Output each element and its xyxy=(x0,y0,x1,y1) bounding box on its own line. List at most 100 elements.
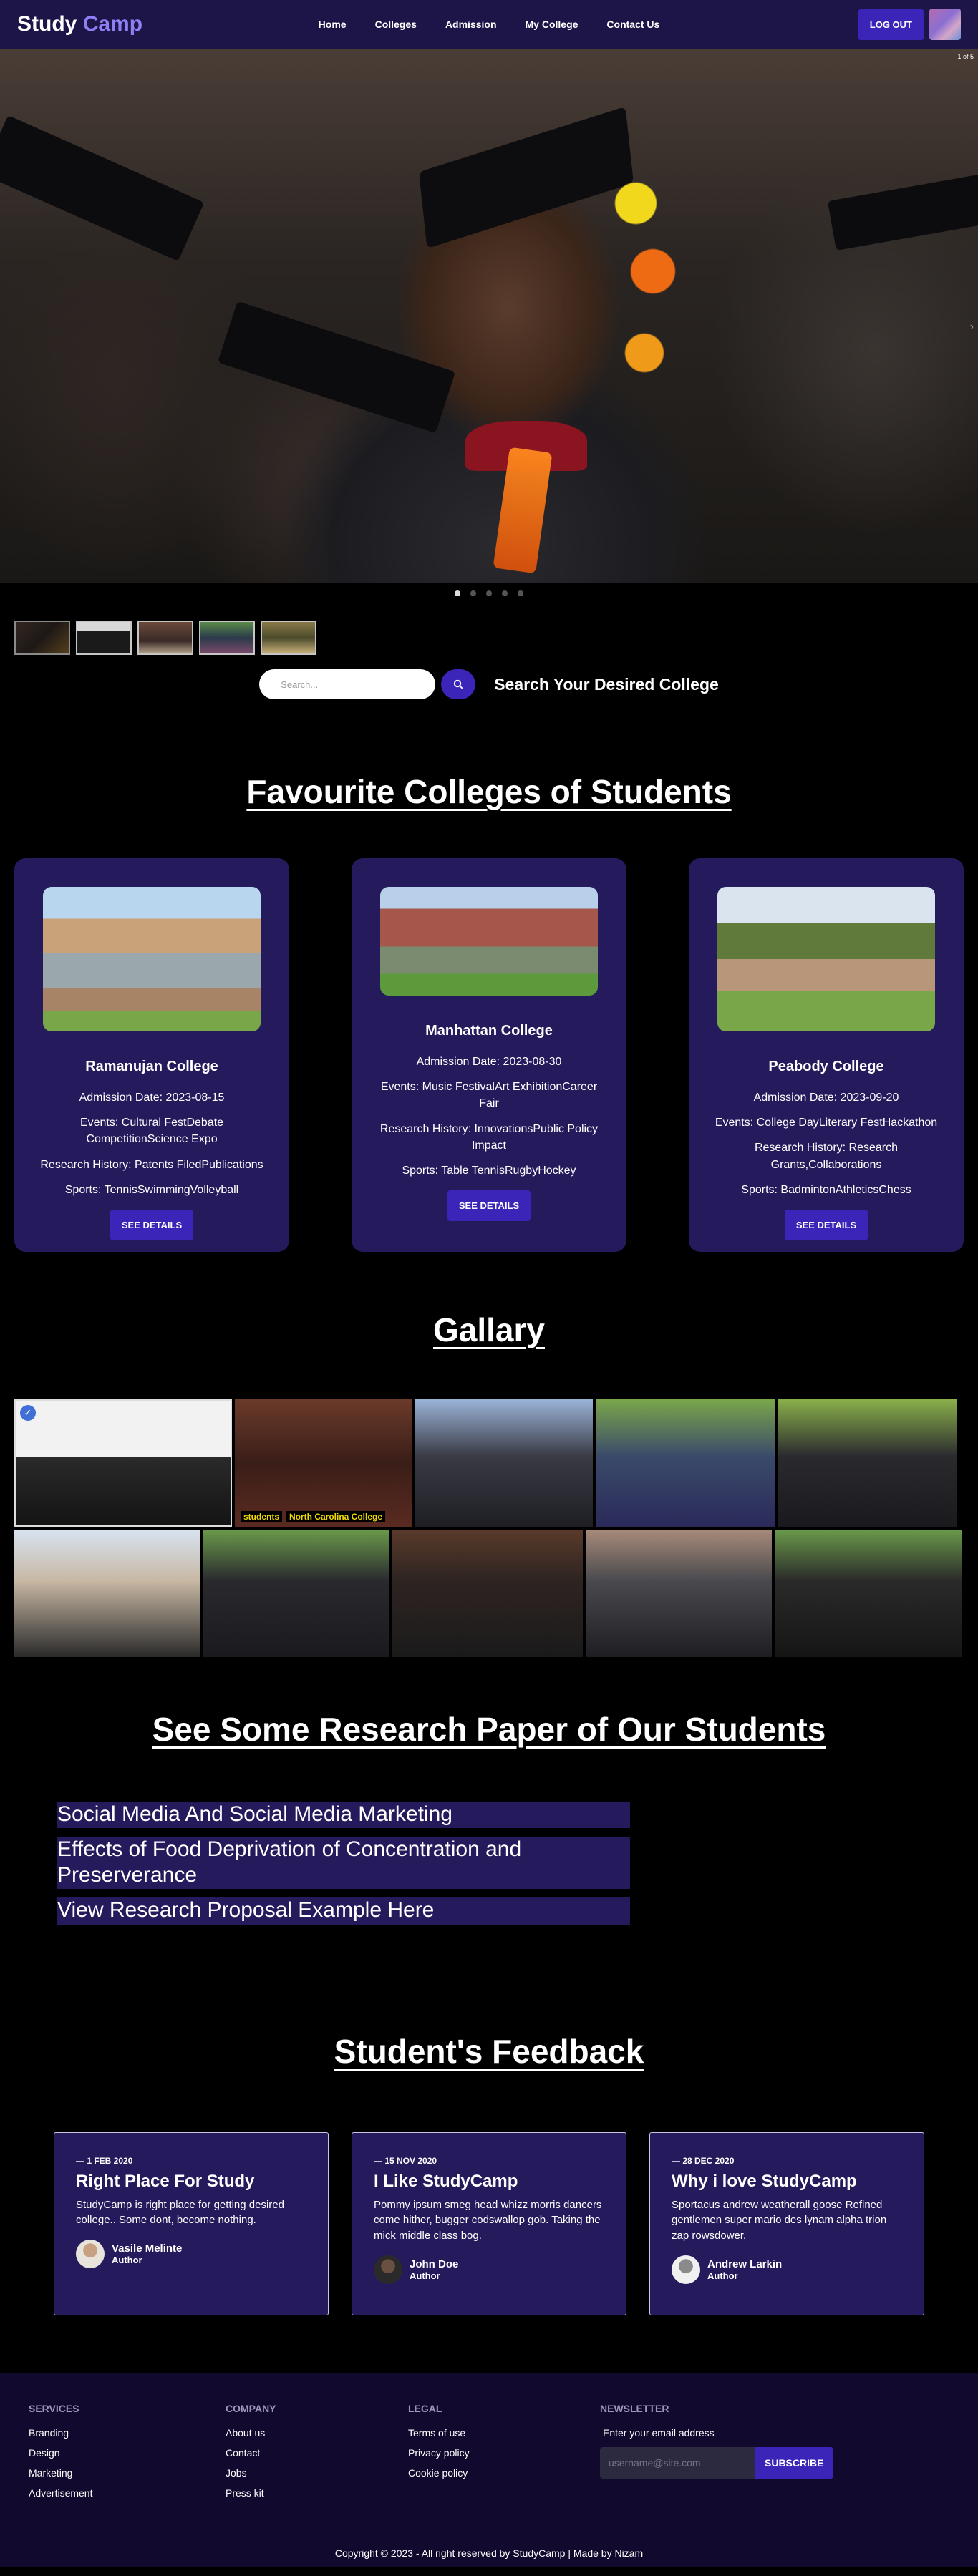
college-events: Events: Cultural FestDebate CompetitionS… xyxy=(79,1117,224,1146)
main-nav: Home Colleges Admission My College Conta… xyxy=(0,0,978,49)
gallery-photo[interactable]: students North Carolina College xyxy=(235,1399,412,1527)
feedback-text: StudyCamp is right place for getting des… xyxy=(76,2198,284,2227)
college-admission-date: Admission Date: 2023-08-30 xyxy=(416,1056,562,1068)
gallery-row xyxy=(14,1530,964,1657)
search-button[interactable] xyxy=(441,669,476,699)
college-events: Events: College DayLiterary FestHackatho… xyxy=(715,1117,938,1129)
feedback-section-title: Student's Feedback xyxy=(334,2032,644,2070)
college-card: Ramanujan College Admission Date: 2023-0… xyxy=(14,858,289,1252)
user-avatar[interactable] xyxy=(929,9,961,40)
footer-services: SERVICES Branding Design Marketing Adver… xyxy=(29,2403,226,2507)
feedback-title: Why i love StudyCamp xyxy=(672,2171,857,2191)
footer-link-marketing[interactable]: Marketing xyxy=(29,2467,226,2479)
thumbnail[interactable] xyxy=(199,621,255,655)
research-paper-link[interactable]: Social Media And Social Media Marketing xyxy=(57,1802,630,1829)
gallery-photo[interactable] xyxy=(415,1399,593,1527)
next-slide-arrow-icon[interactable]: › xyxy=(970,321,974,334)
college-name: Ramanujan College xyxy=(85,1059,218,1074)
gallery-photo[interactable] xyxy=(14,1530,200,1657)
feedback-card: — 28 DEC 2020 Why i love StudyCamp Sport… xyxy=(649,2132,924,2315)
feedback-date: — 1 FEB 2020 xyxy=(76,2155,133,2166)
brand-main: Study xyxy=(17,12,77,36)
gallery-banner-label: North Carolina College xyxy=(286,1511,386,1522)
college-name: Peabody College xyxy=(768,1059,884,1074)
college-sports: Sports: Table TennisRugbyHockey xyxy=(402,1164,576,1177)
feedback-date: — 15 NOV 2020 xyxy=(374,2155,437,2166)
footer-link-jobs[interactable]: Jobs xyxy=(226,2467,408,2479)
footer-link-privacy[interactable]: Privacy policy xyxy=(408,2447,600,2459)
papers-section-title: See Some Research Paper of Our Students xyxy=(152,1711,826,1748)
carousel-dot[interactable] xyxy=(502,590,508,596)
photo-gallery: ✓ students North Carolina College xyxy=(0,1399,978,1657)
footer-link-design[interactable]: Design xyxy=(29,2447,226,2459)
footer-link-press-kit[interactable]: Press kit xyxy=(226,2487,408,2499)
footer-heading: SERVICES xyxy=(29,2402,79,2414)
nav-my-college[interactable]: My College xyxy=(526,19,578,30)
carousel-dot[interactable] xyxy=(455,590,460,596)
feedback-card: — 15 NOV 2020 I Like StudyCamp Pommy ips… xyxy=(352,2132,626,2315)
feedback-author: John Doe Author xyxy=(374,2255,604,2284)
see-details-button[interactable]: SEE DETAILS xyxy=(784,1209,868,1240)
avatar xyxy=(374,2255,402,2284)
feedback-author: Vasile Melinte Author xyxy=(76,2240,306,2269)
nav-home[interactable]: Home xyxy=(319,19,347,30)
search-icon xyxy=(453,679,464,689)
avatar xyxy=(76,2240,105,2269)
footer-company: COMPANY About us Contact Jobs Press kit xyxy=(226,2403,408,2507)
gallery-photo[interactable]: ✓ xyxy=(14,1399,232,1527)
nav-right: LOG OUT xyxy=(858,9,961,40)
footer-link-contact[interactable]: Contact xyxy=(226,2447,408,2459)
feedback-title: I Like StudyCamp xyxy=(374,2171,518,2191)
search-heading: Search Your Desired College xyxy=(494,674,719,694)
footer-link-about[interactable]: About us xyxy=(226,2427,408,2439)
footer-heading: NEWSLETTER xyxy=(600,2402,669,2414)
nav-admission[interactable]: Admission xyxy=(445,19,497,30)
nav-colleges[interactable]: Colleges xyxy=(375,19,417,30)
college-card: Peabody College Admission Date: 2023-09-… xyxy=(689,858,964,1252)
college-admission-date: Admission Date: 2023-09-20 xyxy=(753,1092,899,1104)
gallery-photo[interactable] xyxy=(392,1530,583,1657)
college-sports: Sports: BadmintonAthleticsChess xyxy=(741,1183,911,1196)
nav-contact-us[interactable]: Contact Us xyxy=(606,19,659,30)
footer-link-advertisement[interactable]: Advertisement xyxy=(29,2487,226,2499)
gallery-photo[interactable] xyxy=(775,1530,962,1657)
carousel-dots xyxy=(0,590,978,596)
subscribe-button[interactable]: SUBSCRIBE xyxy=(755,2446,834,2479)
gallery-photo[interactable] xyxy=(203,1530,389,1657)
footer-heading: COMPANY xyxy=(226,2402,276,2414)
newsletter-email-input[interactable] xyxy=(600,2446,755,2479)
gallery-photo[interactable] xyxy=(778,1399,957,1527)
carousel-dot[interactable] xyxy=(470,590,476,596)
hero-carousel[interactable]: 1 of 5 › xyxy=(0,49,978,583)
footer-link-terms[interactable]: Terms of use xyxy=(408,2427,600,2439)
feedback-cards: — 1 FEB 2020 Right Place For Study Study… xyxy=(0,2132,978,2315)
college-research: Research History: Research Grants,Collab… xyxy=(754,1142,899,1171)
research-paper-link[interactable]: View Research Proposal Example Here xyxy=(57,1897,630,1925)
logout-button[interactable]: LOG OUT xyxy=(858,9,924,40)
thumbnail[interactable] xyxy=(76,621,132,655)
college-cards: Ramanujan College Admission Date: 2023-0… xyxy=(0,858,978,1252)
footer: SERVICES Branding Design Marketing Adver… xyxy=(0,2372,978,2567)
brand-logo[interactable]: Study Camp xyxy=(17,12,142,37)
footer-link-branding[interactable]: Branding xyxy=(29,2427,226,2439)
see-details-button[interactable]: SEE DETAILS xyxy=(447,1190,531,1222)
check-icon: ✓ xyxy=(20,1405,36,1421)
brand-accent: Camp xyxy=(82,12,143,36)
gallery-photo[interactable] xyxy=(596,1399,775,1527)
carousel-dot[interactable] xyxy=(486,590,492,596)
feedback-text: Sportacus andrew weatherall goose Refine… xyxy=(672,2198,887,2242)
search-input[interactable] xyxy=(259,669,436,699)
footer-link-cookie[interactable]: Cookie policy xyxy=(408,2467,600,2479)
thumbnail[interactable] xyxy=(261,621,316,655)
carousel-dot[interactable] xyxy=(518,590,523,596)
see-details-button[interactable]: SEE DETAILS xyxy=(110,1209,194,1240)
newsletter-label: Enter your email address xyxy=(603,2426,715,2439)
gallery-banner-label: students xyxy=(241,1511,283,1522)
thumbnail[interactable] xyxy=(137,621,193,655)
thumbnail[interactable] xyxy=(14,621,70,655)
gallery-photo[interactable] xyxy=(586,1530,772,1657)
research-paper-link[interactable]: Effects of Food Deprivation of Concentra… xyxy=(57,1837,630,1890)
avatar xyxy=(672,2255,700,2284)
author-role: Author xyxy=(410,2270,440,2281)
feedback-text: Pommy ipsum smeg head whizz morris dance… xyxy=(374,2198,602,2242)
